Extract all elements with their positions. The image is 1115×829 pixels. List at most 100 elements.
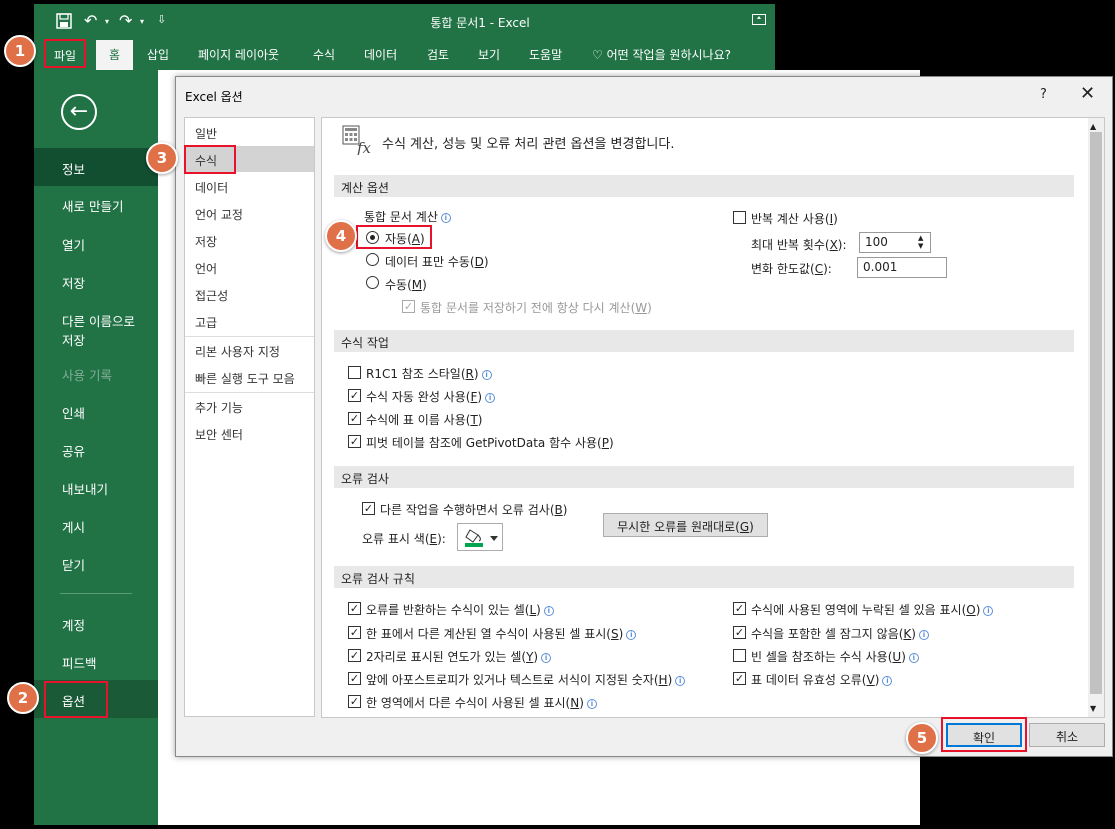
max-change-input[interactable]: 0.001: [857, 257, 947, 278]
nav-item-advanced[interactable]: 고급: [195, 314, 217, 331]
iterative-calc-label[interactable]: 반복 계산 사용(I): [751, 210, 838, 227]
checkbox-rule-two-digit-years[interactable]: ✓: [348, 649, 361, 662]
nav-item-trust-center[interactable]: 보안 센터: [195, 426, 243, 443]
cancel-button[interactable]: 취소: [1029, 723, 1105, 747]
accesskey: O: [966, 603, 976, 617]
backstage-item-publish[interactable]: 게시: [34, 517, 158, 536]
workbook-calc-text: 통합 문서 계산: [364, 210, 438, 224]
text: 수식을 포함한 셀 잠그지 않음(: [751, 627, 904, 641]
backstage-item-account[interactable]: 계정: [34, 615, 158, 634]
reset-ignored-errors-button[interactable]: 무시한 오류를 원래대로(G): [603, 513, 768, 537]
customize-qat-icon[interactable]: ⇩: [157, 13, 166, 26]
undo-icon[interactable]: ↶: [84, 11, 97, 30]
nav-item-proofing[interactable]: 언어 교정: [195, 206, 243, 223]
scroll-down-icon[interactable]: ▼: [1090, 704, 1096, 713]
error-color-picker[interactable]: [457, 523, 503, 551]
redo-icon[interactable]: ↷: [119, 11, 132, 30]
radio-manual[interactable]: [366, 276, 379, 289]
rule-table-validation-label[interactable]: 표 데이터 유효성 오류(V) i: [751, 671, 893, 688]
backstage-item-close[interactable]: 닫기: [34, 555, 158, 574]
checkbox-rule-omit-cells[interactable]: ✓: [733, 602, 746, 615]
tab-review[interactable]: 검토: [427, 46, 449, 63]
checkbox-r1c1[interactable]: [348, 366, 361, 379]
tab-formulas[interactable]: 수식: [313, 46, 335, 63]
close-icon[interactable]: ✕: [1080, 83, 1095, 104]
formula-autocomplete-label[interactable]: 수식 자동 완성 사용(F) i: [366, 388, 496, 405]
backstage-item-new[interactable]: 새로 만들기: [34, 196, 158, 215]
table-names-label[interactable]: 수식에 표 이름 사용(T): [366, 411, 482, 428]
scroll-up-icon[interactable]: ▲: [1090, 122, 1096, 131]
info-icon: i: [485, 393, 496, 403]
tab-insert[interactable]: 삽입: [147, 46, 169, 63]
radio-manual-label[interactable]: 수동(M): [385, 276, 427, 293]
backstage-item-info[interactable]: 정보: [34, 148, 158, 186]
checkbox-iterative-calc[interactable]: [733, 211, 746, 224]
chevron-down-icon[interactable]: ▾: [105, 17, 109, 26]
nav-item-save[interactable]: 저장: [195, 233, 217, 250]
checkbox-rule-error-formulas[interactable]: ✓: [348, 602, 361, 615]
checkbox-rule-unlocked-cells[interactable]: ✓: [733, 626, 746, 639]
spin-up-icon[interactable]: ▲: [918, 234, 923, 242]
nav-item-language[interactable]: 언어: [195, 260, 217, 277]
backstage-item-open[interactable]: 열기: [34, 235, 158, 254]
error-color-label: 오류 표시 색(E):: [362, 532, 446, 546]
save-as-line1: 다른 이름으로: [62, 314, 135, 329]
checkbox-rule-table-validation[interactable]: ✓: [733, 672, 746, 685]
backstage-item-print[interactable]: 인쇄: [34, 403, 158, 422]
save-icon[interactable]: [56, 13, 72, 29]
spin-down-icon[interactable]: ▼: [918, 242, 923, 250]
rule-empty-cells-label[interactable]: 빈 셀을 참조하는 수식 사용(U) i: [751, 648, 919, 665]
tab-view[interactable]: 보기: [478, 46, 500, 63]
help-icon[interactable]: ?: [1040, 87, 1047, 102]
nav-item-addins[interactable]: 추가 기능: [195, 399, 243, 416]
checkbox-rule-inconsistent-formulas[interactable]: ✓: [348, 695, 361, 708]
checkbox-formula-autocomplete[interactable]: ✓: [348, 389, 361, 402]
backstage-item-export[interactable]: 내보내기: [34, 479, 158, 498]
info-icon: i: [983, 606, 994, 616]
ribbon-display-options-icon[interactable]: [752, 14, 766, 25]
accesskey: F: [470, 390, 478, 404]
tab-home[interactable]: 홈: [96, 40, 133, 70]
checkbox-rule-empty-cells[interactable]: [733, 649, 746, 662]
text: 앞에 아포스트로피가 있거나 텍스트로 서식이 지정된 숫자(: [366, 673, 659, 687]
radio-auto-except-label[interactable]: 데이터 표만 수동(D): [385, 253, 489, 270]
backstage-item-feedback[interactable]: 피드백: [34, 653, 158, 672]
checkbox-table-names[interactable]: ✓: [348, 412, 361, 425]
nav-item-general[interactable]: 일반: [195, 125, 217, 142]
checkbox-background-error-checking[interactable]: ✓: [362, 502, 375, 515]
accesskey: L: [529, 603, 537, 617]
rule-error-formulas-label[interactable]: 오류를 반환하는 수식이 있는 셀(L) i: [366, 601, 554, 618]
tab-data[interactable]: 데이터: [364, 46, 397, 63]
rule-numbers-as-text-label[interactable]: 앞에 아포스트로피가 있거나 텍스트로 서식이 지정된 숫자(H) i: [366, 671, 686, 688]
formula-fx-icon: fx: [342, 125, 376, 157]
radio-auto-except-tables[interactable]: [366, 253, 379, 266]
accesskey: S: [610, 627, 619, 641]
tab-page-layout[interactable]: 페이지 레이아웃: [198, 46, 279, 63]
scroll-thumb[interactable]: [1090, 132, 1102, 694]
rule-inconsistent-formulas-label[interactable]: 한 영역에서 다른 수식이 사용된 셀 표시(N) i: [366, 694, 597, 711]
backstage-item-save[interactable]: 저장: [34, 273, 158, 292]
nav-item-accessibility[interactable]: 접근성: [195, 287, 228, 304]
checkbox-getpivotdata[interactable]: ✓: [348, 435, 361, 448]
r1c1-label[interactable]: R1C1 참조 스타일(R) i: [366, 365, 492, 382]
nav-item-qat[interactable]: 빠른 실행 도구 모음: [195, 370, 295, 387]
back-arrow-icon[interactable]: ←: [61, 94, 97, 130]
tell-me-box[interactable]: ♡ 어떤 작업을 원하시나요?: [592, 46, 731, 63]
backstage-item-save-as[interactable]: 다른 이름으로 저장: [34, 311, 158, 349]
rule-omit-cells-label[interactable]: 수식에 사용된 영역에 누락된 셀 있음 표시(O) i: [751, 601, 994, 618]
rule-unlocked-cells-label[interactable]: 수식을 포함한 셀 잠그지 않음(K) i: [751, 625, 929, 642]
tab-file[interactable]: 파일: [44, 39, 86, 68]
backstage-item-share[interactable]: 공유: [34, 441, 158, 460]
checkbox-rule-numbers-as-text[interactable]: ✓: [348, 672, 361, 685]
nav-item-customize-ribbon[interactable]: 리본 사용자 지정: [195, 343, 280, 360]
checkbox-rule-inconsistent-column[interactable]: ✓: [348, 626, 361, 639]
rule-inconsistent-column-label[interactable]: 한 표에서 다른 계산된 열 수식이 사용된 셀 표시(S) i: [366, 625, 637, 642]
info-icon: i: [586, 699, 597, 709]
tab-help[interactable]: 도움말: [529, 46, 562, 63]
highlight-box: [941, 717, 1027, 752]
nav-item-data[interactable]: 데이터: [195, 179, 228, 196]
rule-two-digit-years-label[interactable]: 2자리로 표시된 연도가 있는 셀(Y) i: [366, 648, 552, 665]
background-error-checking-label[interactable]: 다른 작업을 수행하면서 오류 검사(B): [380, 501, 567, 518]
getpivotdata-label[interactable]: 피벗 테이블 참조에 GetPivotData 함수 사용(P): [366, 434, 614, 451]
chevron-down-icon[interactable]: ▾: [140, 17, 144, 26]
